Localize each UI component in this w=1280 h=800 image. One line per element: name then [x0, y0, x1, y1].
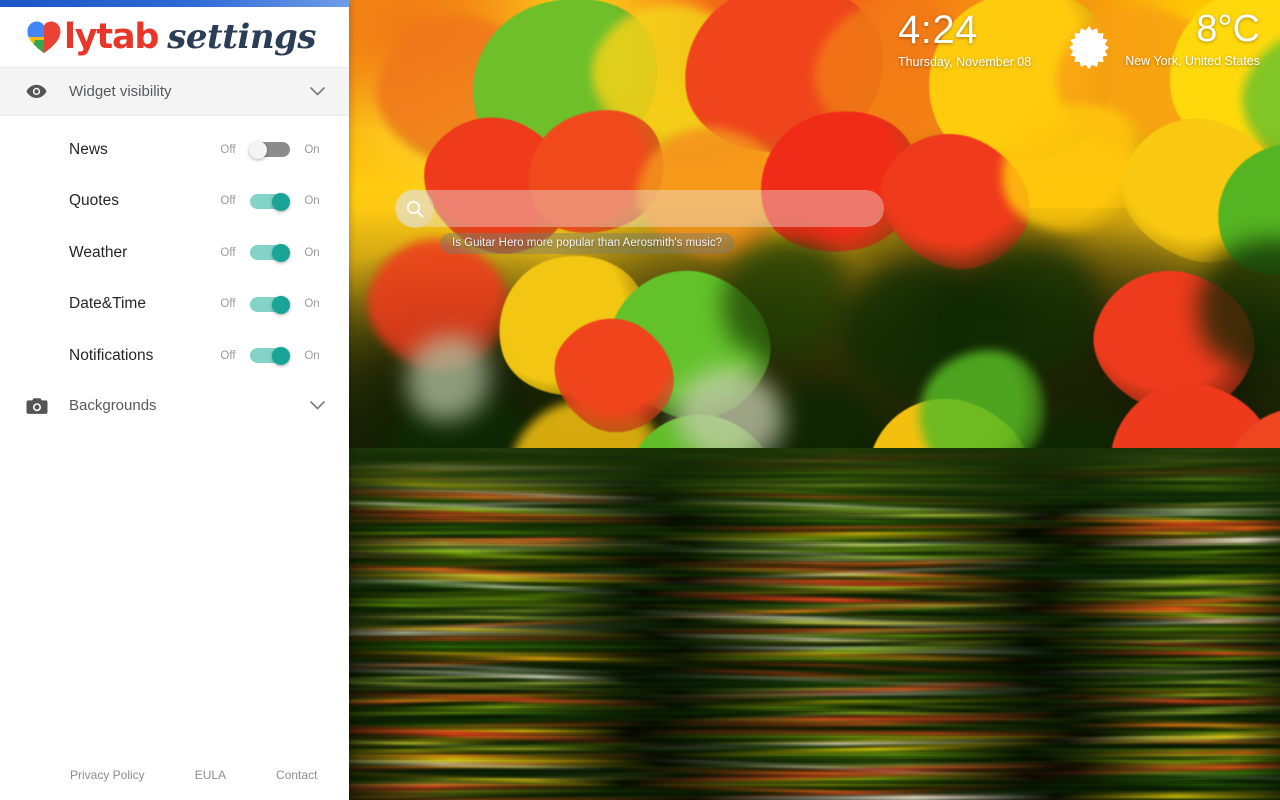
- chevron-down-icon[interactable]: [310, 397, 325, 415]
- toggle-knob: [272, 244, 290, 262]
- toggle-off-label: Off: [215, 298, 241, 310]
- clock-date: Thursday, November 08: [898, 55, 1031, 69]
- toggle-on-label: On: [299, 144, 325, 156]
- toggle-on-label: On: [299, 298, 325, 310]
- widget-label: Weather: [69, 244, 215, 262]
- toggle-on-label: On: [299, 350, 325, 362]
- widget-toggle-weather[interactable]: [250, 244, 290, 261]
- footer-link-contact[interactable]: Contact: [276, 768, 317, 782]
- brand-header: lytab settings: [0, 7, 349, 68]
- toggle-off-label: Off: [215, 144, 241, 156]
- widget-row: News Off On: [0, 124, 349, 176]
- widget-row: Date&Time Off On: [0, 279, 349, 331]
- new-tab-page: 4:24 Thursday, November 08 8°C New York,…: [0, 0, 1280, 800]
- toggle-off-label: Off: [215, 350, 241, 362]
- sidebar-spacer: [0, 430, 349, 751]
- toggle-knob: [272, 347, 290, 365]
- widget-label: News: [69, 141, 215, 159]
- widget-toggle-date-time[interactable]: [250, 296, 290, 313]
- toggle-on-label: On: [299, 247, 325, 259]
- search-icon[interactable]: [395, 189, 434, 228]
- widget-row: Quotes Off On: [0, 176, 349, 228]
- weather-text: 8°C New York, United States: [1125, 10, 1260, 68]
- eye-icon: [26, 84, 52, 99]
- toggle-knob: [272, 296, 290, 314]
- sidebar-section-widget-visibility[interactable]: Widget visibility: [0, 68, 349, 116]
- sidebar-section-backgrounds[interactable]: Backgrounds: [0, 382, 349, 430]
- heart-logo-icon: [26, 20, 62, 54]
- toggle-on-label: On: [299, 195, 325, 207]
- toggle-knob: [272, 193, 290, 211]
- settings-sidebar: lytab settings Widget visibility News Off…: [0, 0, 349, 800]
- sidebar-section-label-backgrounds: Backgrounds: [69, 397, 310, 414]
- widget-visibility-list: News Off On Quotes Off On Weather Off On Date&Tim…: [0, 116, 349, 382]
- wallpaper-autumn-leaves: [349, 0, 1280, 800]
- widget-row: Notifications Off On: [0, 330, 349, 382]
- widget-row: Weather Off On: [0, 227, 349, 279]
- weather-widget: 8°C New York, United States: [1065, 10, 1260, 77]
- footer-link-eula[interactable]: EULA: [195, 768, 226, 782]
- chevron-down-icon[interactable]: [310, 83, 325, 101]
- clock-time: 4:24: [898, 10, 1031, 50]
- sun-icon: [1065, 24, 1113, 77]
- toggle-off-label: Off: [215, 195, 241, 207]
- widget-toggle-notifications[interactable]: [250, 347, 290, 364]
- widget-toggle-quotes[interactable]: [250, 193, 290, 210]
- datetime-widget: 4:24 Thursday, November 08: [898, 10, 1031, 69]
- sidebar-footer: Privacy Policy EULA Contact: [0, 750, 349, 800]
- toggle-off-label: Off: [215, 247, 241, 259]
- brand-name-primary: lytab: [64, 20, 158, 55]
- search-bar[interactable]: [396, 190, 884, 227]
- weather-temperature: 8°C: [1125, 10, 1260, 48]
- browser-top-bar: [0, 0, 349, 7]
- brand-name-secondary: settings: [167, 20, 316, 54]
- search-input[interactable]: [434, 201, 884, 217]
- water-horizon: [349, 448, 1280, 518]
- widget-toggle-news[interactable]: [250, 141, 290, 158]
- camera-icon: [26, 397, 52, 415]
- quote-widget: Is Guitar Hero more popular than Aerosmi…: [440, 233, 734, 254]
- sidebar-section-label-widget-visibility: Widget visibility: [69, 83, 310, 100]
- footer-link-privacy-policy[interactable]: Privacy Policy: [70, 768, 145, 782]
- widget-label: Quotes: [69, 192, 215, 210]
- weather-location: New York, United States: [1125, 54, 1260, 68]
- widget-label: Date&Time: [69, 295, 215, 313]
- wallpaper-water-reflection: [349, 448, 1280, 800]
- widget-label: Notifications: [69, 347, 215, 365]
